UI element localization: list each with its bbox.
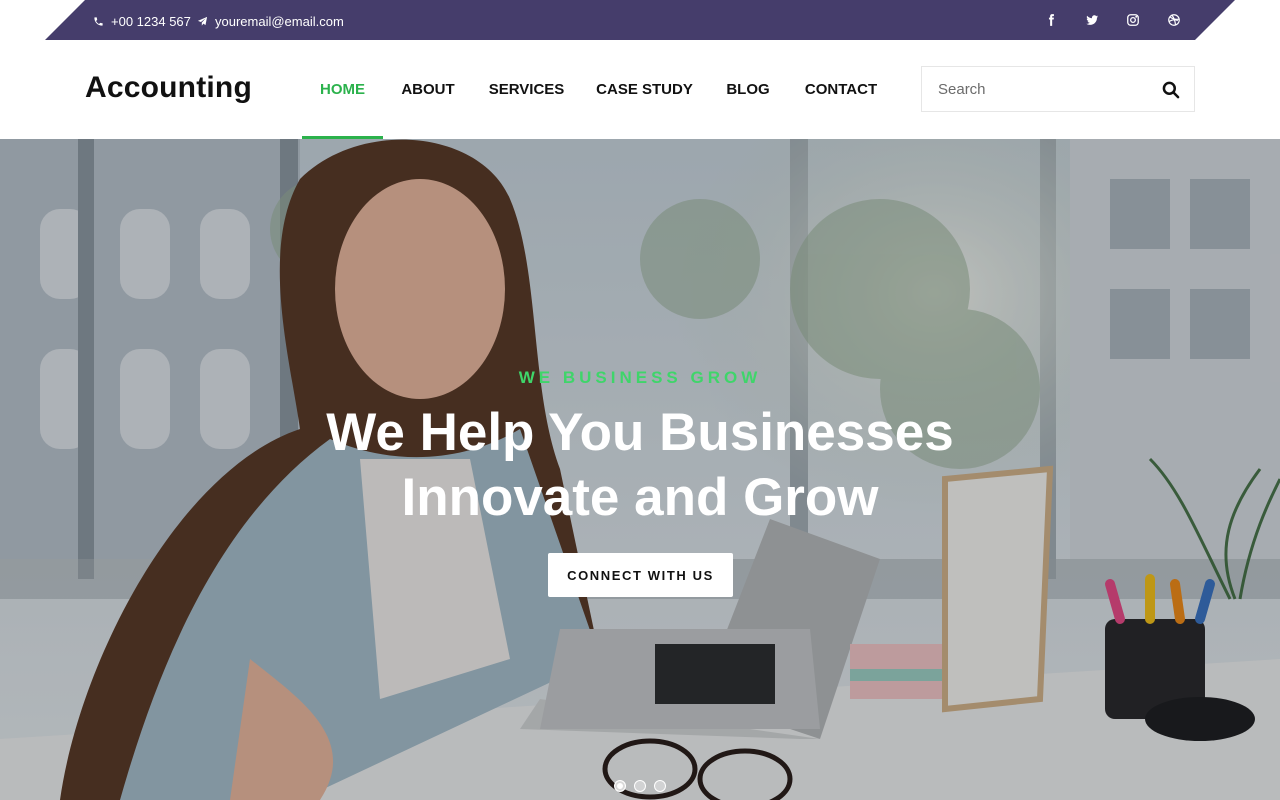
slider-dot-2[interactable] [634, 780, 646, 792]
email-contact[interactable]: youremail@email.com [197, 13, 344, 29]
hero-eyebrow: WE BUSINESS GROW [518, 368, 762, 387]
hero-slider: WE BUSINESS GROW We Help You Businesses … [0, 139, 1280, 800]
nav-services[interactable]: SERVICES [481, 40, 572, 139]
nav-home[interactable]: HOME [302, 40, 383, 139]
search-input[interactable] [922, 67, 1142, 111]
nav-blog[interactable]: BLOG [717, 40, 779, 139]
dribbble-icon[interactable] [1165, 11, 1183, 29]
phone-contact[interactable]: +00 1234 567 [93, 13, 191, 29]
instagram-icon[interactable] [1124, 11, 1142, 29]
nav-about[interactable]: ABOUT [391, 40, 465, 139]
paper-plane-icon [197, 16, 208, 26]
slider-dot-3[interactable] [654, 780, 666, 792]
main-header: Accounting HOME ABOUT SERVICES CASE STUD… [0, 40, 1280, 139]
phone-text: +00 1234 567 [111, 13, 191, 29]
nav-case-study[interactable]: CASE STUDY [588, 40, 701, 139]
nav-contact[interactable]: CONTACT [795, 40, 887, 139]
search-icon[interactable] [1160, 79, 1182, 101]
site-logo[interactable]: Accounting [85, 71, 252, 105]
twitter-icon[interactable] [1083, 11, 1101, 29]
phone-icon [94, 16, 103, 26]
facebook-icon[interactable] [1042, 11, 1060, 29]
hero-headline-line2: Innovate and Grow [401, 468, 879, 527]
email-text: youremail@email.com [215, 13, 344, 29]
search-box [921, 66, 1195, 112]
connect-with-us-button[interactable]: CONNECT WITH US [548, 553, 733, 597]
slider-dot-1[interactable] [614, 780, 626, 792]
hero-headline-line1: We Help You Businesses [326, 403, 954, 462]
